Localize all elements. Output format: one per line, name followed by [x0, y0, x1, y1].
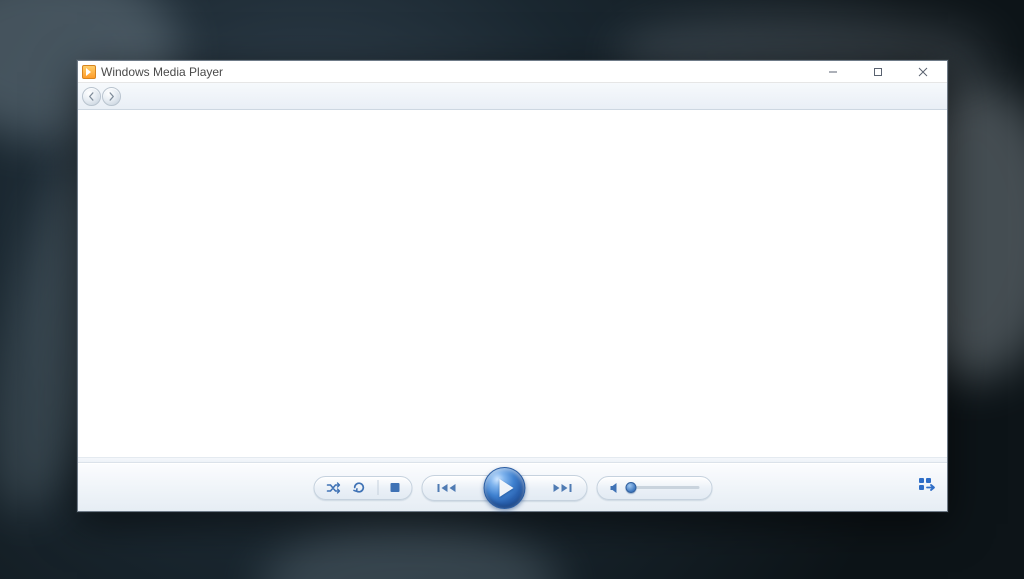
- window-title: Windows Media Player: [101, 65, 223, 79]
- stop-icon: [390, 483, 399, 492]
- maximize-button[interactable]: [855, 62, 900, 82]
- separator: [377, 480, 378, 495]
- switch-view-icon: [919, 478, 936, 493]
- play-button[interactable]: [483, 467, 525, 509]
- mode-pill: [313, 476, 412, 500]
- shuffle-button[interactable]: [326, 482, 340, 494]
- mute-button[interactable]: [609, 482, 620, 494]
- repeat-icon: [352, 481, 365, 494]
- titlebar[interactable]: Windows Media Player: [78, 61, 947, 83]
- forward-arrow-icon: [107, 92, 116, 101]
- back-button[interactable]: [82, 87, 101, 106]
- stop-button[interactable]: [390, 483, 399, 492]
- volume-slider-thumb[interactable]: [625, 482, 636, 493]
- library-content-area: [78, 110, 947, 457]
- back-arrow-icon: [87, 92, 96, 101]
- shuffle-icon: [326, 482, 340, 494]
- playback-controls-bar: [78, 463, 947, 511]
- next-button[interactable]: [536, 476, 586, 500]
- forward-button[interactable]: [102, 87, 121, 106]
- transport-pill: [421, 475, 587, 501]
- wallpaper-blob: [260, 520, 560, 579]
- volume-pill: [596, 476, 712, 500]
- app-window: Windows Media Player: [77, 60, 948, 512]
- close-button[interactable]: [900, 62, 945, 82]
- switch-to-now-playing-button[interactable]: [919, 478, 936, 498]
- navigation-toolbar: [78, 83, 947, 110]
- repeat-button[interactable]: [352, 481, 365, 494]
- minimize-button[interactable]: [810, 62, 855, 82]
- previous-track-icon: [436, 482, 458, 494]
- volume-icon: [609, 482, 620, 494]
- app-icon: [82, 65, 96, 79]
- previous-button[interactable]: [422, 476, 472, 500]
- next-track-icon: [550, 482, 572, 494]
- volume-slider[interactable]: [627, 486, 699, 489]
